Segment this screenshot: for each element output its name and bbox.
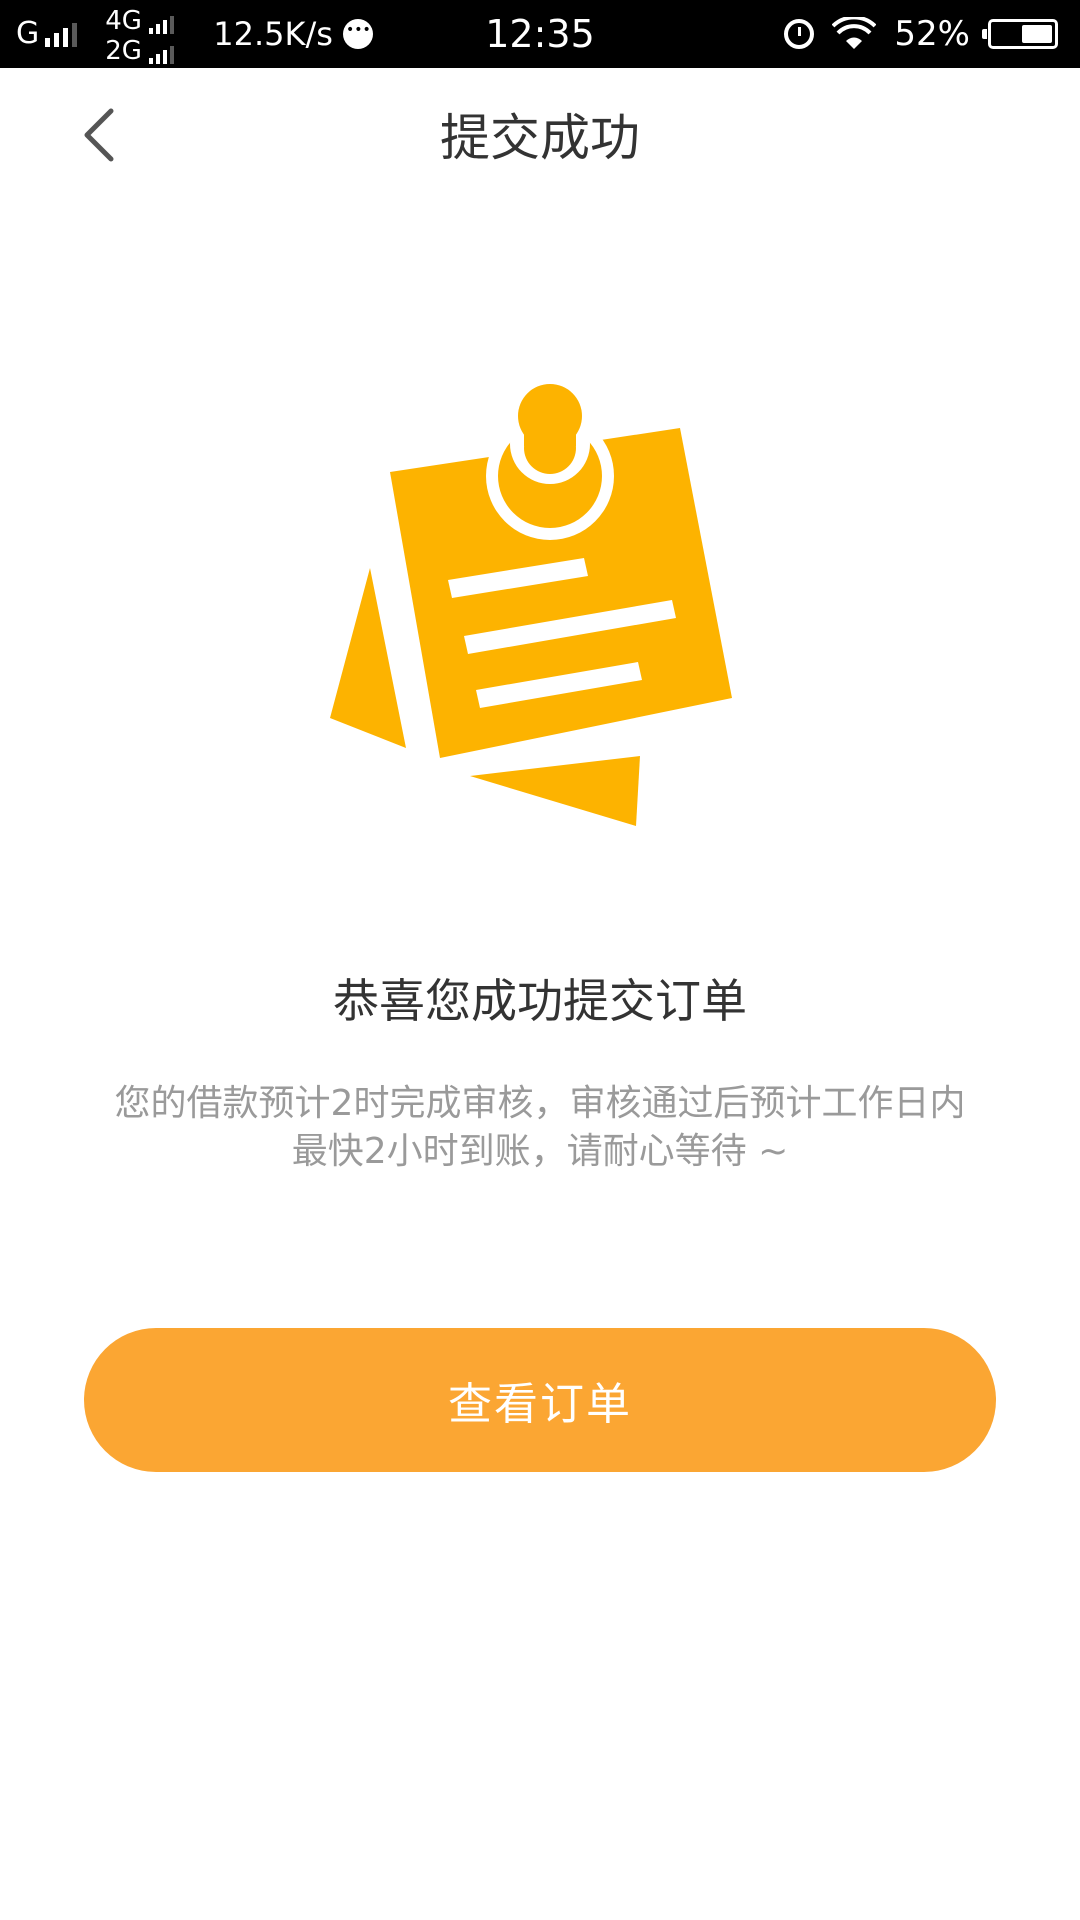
battery-percent: 52% xyxy=(894,14,970,54)
success-description: 您的借款预计2时完成审核，审核通过后预计工作日内最快2小时到账，请耐心等待 ~ xyxy=(114,1083,966,1172)
wifi-icon xyxy=(832,17,877,49)
status-bar: G 4G 2G 12.5K/s 12:35 xyxy=(0,0,1080,68)
navigation-bar: 提交成功 xyxy=(0,68,1080,208)
battery-level-fill xyxy=(1021,25,1052,43)
success-title: 恭喜您成功提交订单 xyxy=(333,974,747,1028)
battery-icon xyxy=(982,19,1058,49)
screen: G 4G 2G 12.5K/s 12:35 xyxy=(0,0,1080,1920)
pinned-note-icon xyxy=(330,384,732,826)
status-right: 52% xyxy=(784,0,1058,68)
page-title: 提交成功 xyxy=(440,109,640,167)
alarm-icon xyxy=(784,19,815,49)
view-order-button[interactable]: 查看订单 xyxy=(84,1328,996,1472)
